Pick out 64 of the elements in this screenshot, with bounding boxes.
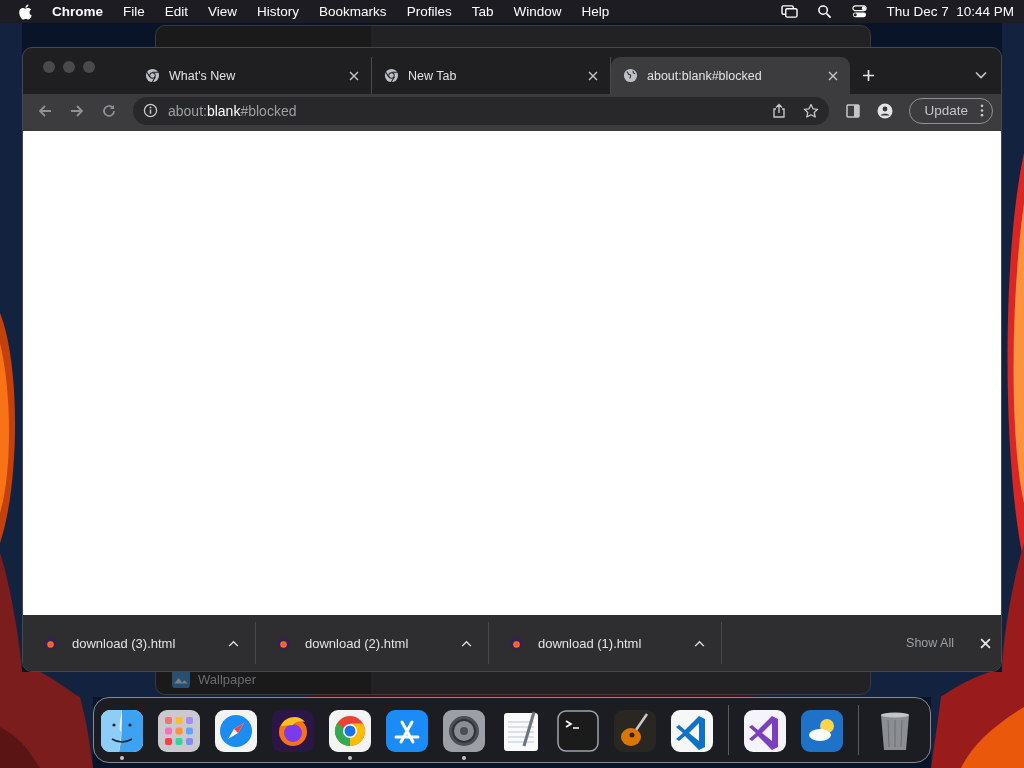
search-icon[interactable] [816, 4, 834, 19]
browser-tab[interactable]: about:blank#blocked [611, 57, 850, 94]
globe-icon [623, 68, 638, 83]
more-icon[interactable] [980, 104, 984, 117]
info-icon[interactable] [143, 103, 158, 118]
reload-icon[interactable] [101, 102, 117, 119]
menu-item[interactable]: Window [513, 4, 562, 19]
chrome-icon [145, 68, 160, 83]
file-icon [509, 635, 524, 651]
fox-icon[interactable] [272, 709, 314, 752]
compass-icon[interactable] [215, 709, 257, 752]
address-bar[interactable]: about:blank#blocked [133, 96, 830, 125]
caret-icon[interactable] [228, 639, 239, 647]
show-all-link[interactable]: Show All [906, 636, 954, 650]
chrome-icon[interactable] [329, 709, 371, 752]
download-filename: download (3).html [72, 635, 177, 651]
finder-icon[interactable] [101, 709, 143, 752]
menu-item[interactable]: Bookmarks [319, 4, 387, 19]
forward-icon[interactable] [69, 102, 85, 119]
menu-item[interactable]: Profiles [406, 4, 452, 19]
share-icon[interactable] [771, 102, 788, 119]
chrome-icon [384, 68, 399, 83]
star-icon[interactable] [803, 102, 820, 119]
gear-icon[interactable] [443, 709, 485, 752]
menu-item[interactable]: Chrome [52, 4, 103, 19]
weather-icon[interactable] [801, 709, 843, 752]
download-item[interactable]: download (1).html [489, 622, 722, 664]
apple-icon[interactable] [18, 3, 32, 20]
close-icon[interactable] [349, 70, 359, 81]
tab-title: about:blank#blocked [647, 68, 763, 83]
terminal-icon[interactable] [557, 709, 599, 752]
menu-item[interactable]: File [123, 4, 145, 19]
tab-search-icon[interactable] [975, 71, 987, 79]
close-icon[interactable] [980, 637, 991, 649]
close-icon[interactable] [588, 70, 598, 81]
menu-bar-clock[interactable]: Thu Dec 7 10:44 PM [886, 4, 1014, 19]
menu-item[interactable]: Help [581, 4, 610, 19]
menu-item[interactable]: View [208, 4, 238, 19]
caret-icon[interactable] [461, 639, 472, 647]
download-filename: download (1).html [538, 635, 643, 651]
app-store-icon[interactable] [386, 709, 428, 752]
close-icon[interactable] [828, 70, 838, 81]
download-item[interactable]: download (2).html [256, 622, 489, 664]
tab-title: New Tab [408, 68, 458, 83]
screen-mirroring-icon[interactable] [781, 4, 799, 19]
file-icon [276, 635, 291, 651]
control-center-icon[interactable] [851, 4, 869, 19]
menu-item[interactable]: Edit [164, 4, 189, 19]
code-editor-icon[interactable] [671, 709, 713, 752]
menu-item[interactable]: History [257, 4, 300, 19]
launchpad-icon[interactable] [158, 709, 200, 752]
guitar-icon[interactable] [614, 709, 656, 752]
new-tab-button[interactable] [862, 69, 875, 82]
profile-icon[interactable] [877, 102, 894, 119]
download-filename: download (2).html [305, 635, 410, 651]
caret-icon[interactable] [694, 639, 705, 647]
side-panel-icon[interactable] [845, 102, 862, 119]
menu-item[interactable]: Tab [471, 4, 494, 19]
file-icon [43, 635, 58, 651]
back-icon[interactable] [37, 102, 53, 119]
visual-studio-icon[interactable] [744, 709, 786, 752]
tab-title: What's New [169, 68, 237, 83]
download-item[interactable]: download (3).html [23, 622, 256, 664]
url-text: about:blank#blocked [168, 102, 297, 119]
